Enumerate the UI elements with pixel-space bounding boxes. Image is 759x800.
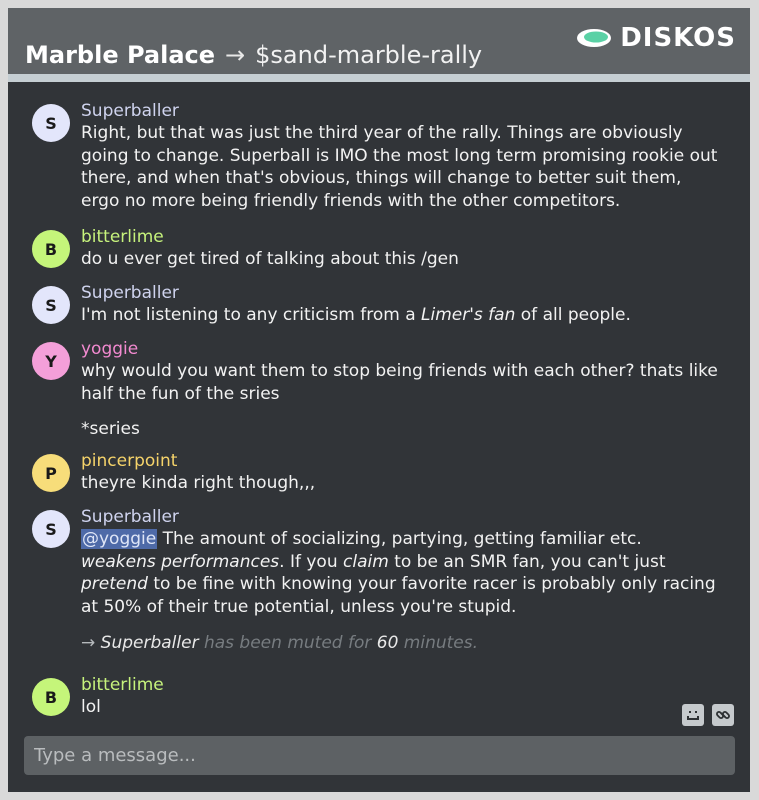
breadcrumb-arrow: → — [225, 41, 246, 69]
system-amount: 60 — [376, 633, 399, 653]
message-emphasis: claim — [343, 551, 389, 572]
message-author[interactable]: Superballer — [81, 506, 720, 528]
message-author[interactable]: pincerpoint — [81, 450, 720, 472]
message-emphasis: pretend — [81, 574, 148, 594]
disc-logo-icon — [577, 29, 612, 47]
avatar-initial: B — [44, 239, 58, 259]
message-text-part: . If you — [279, 551, 344, 572]
message-author[interactable]: Superballer — [81, 100, 720, 122]
avatar[interactable]: P — [32, 454, 70, 492]
message-text: lol — [81, 697, 101, 717]
avatar[interactable]: S — [32, 104, 70, 142]
message-author[interactable]: yoggie — [81, 338, 720, 360]
avatar-initial: S — [45, 519, 57, 539]
avatar-initial: S — [45, 295, 57, 315]
link-icon — [716, 711, 730, 719]
message-text: I'm not listening to any criticism from … — [81, 304, 720, 327]
message-text: why would you want them to stop being fr… — [81, 361, 718, 404]
system-message: → Superballer has been muted for 60 minu… — [81, 632, 721, 654]
avatar-initial: Y — [45, 351, 57, 371]
avatar[interactable]: Y — [32, 342, 70, 380]
message-author[interactable]: bitterlime — [81, 226, 720, 248]
message: S Superballer Right, but that was just t… — [8, 100, 750, 212]
avatar-initial: P — [45, 463, 57, 483]
message-followup-text: *series — [81, 419, 140, 439]
message-author[interactable]: bitterlime — [81, 674, 720, 696]
server-name[interactable]: Marble Palace — [25, 41, 215, 69]
user-mention[interactable]: @yoggie — [81, 529, 158, 549]
channel-name[interactable]: $sand-marble-rally — [255, 41, 482, 69]
message-text: @yoggie The amount of socializing, party… — [81, 528, 720, 618]
message-emphasis: Limer's fan — [421, 305, 516, 325]
system-arrow: → — [81, 633, 96, 653]
system-user[interactable]: Superballer — [101, 633, 199, 653]
message-text-part: of all people. — [515, 305, 631, 325]
avatar-initial: S — [45, 113, 57, 133]
message-text-part: to be an SMR fan, you can't just — [388, 551, 666, 572]
message-text: theyre kinda right though,,, — [81, 473, 316, 493]
message: Y yoggie why would you want them to stop… — [8, 338, 750, 441]
avatar[interactable]: B — [32, 678, 70, 716]
system-text-end: minutes. — [398, 633, 479, 653]
logo-text: DISKOS — [620, 23, 736, 53]
message: S Superballer @yoggie The amount of soci… — [8, 506, 750, 618]
avatar[interactable]: S — [32, 510, 70, 548]
message: B bitterlime do u ever get tired of talk… — [8, 226, 750, 271]
emoji-icon — [687, 711, 699, 720]
message-author[interactable]: Superballer — [81, 282, 720, 304]
avatar[interactable]: B — [32, 230, 70, 268]
channel-header: Marble Palace → $sand-marble-rally DISKO… — [8, 8, 750, 74]
header-divider — [8, 74, 750, 82]
message-text: Right, but that was just the third year … — [81, 123, 718, 211]
channel-breadcrumb: Marble Palace → $sand-marble-rally — [25, 41, 482, 69]
message-text: do u ever get tired of talking about thi… — [81, 249, 459, 269]
attach-link-button[interactable] — [712, 704, 734, 726]
message-input[interactable] — [24, 736, 735, 775]
avatar[interactable]: S — [32, 286, 70, 324]
message: S Superballer I'm not listening to any c… — [8, 282, 750, 327]
message-text-part: I'm not listening to any criticism from … — [81, 305, 422, 325]
message: B bitterlime lol — [8, 674, 750, 719]
system-text: has been muted for — [198, 633, 377, 653]
emoji-button[interactable] — [682, 704, 704, 726]
message: P pincerpoint theyre kinda right though,… — [8, 450, 750, 495]
avatar-initial: B — [44, 687, 58, 707]
chat-window: Marble Palace → $sand-marble-rally DISKO… — [8, 8, 750, 792]
message-text-part: The amount of socializing, partying, get… — [157, 529, 642, 549]
message-text-part: to be fine with knowing your favorite ra… — [81, 574, 716, 617]
message-emphasis: weakens performances — [81, 551, 280, 572]
composer-tools — [682, 704, 734, 726]
diskos-logo: DISKOS — [574, 23, 736, 53]
